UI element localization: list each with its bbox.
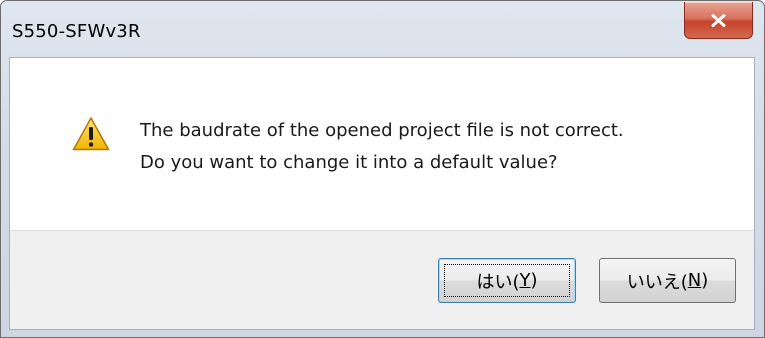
yes-button[interactable]: はい(Y) bbox=[438, 258, 576, 303]
dialog-client-area: The baudrate of the opened project file … bbox=[9, 57, 755, 330]
message-line-2: Do you want to change it into a default … bbox=[140, 152, 558, 173]
close-button[interactable] bbox=[684, 2, 753, 39]
no-button[interactable]: いいえ(N) bbox=[599, 258, 736, 303]
yes-label-prefix: はい( bbox=[476, 271, 520, 293]
message-area: The baudrate of the opened project file … bbox=[10, 58, 754, 230]
close-icon bbox=[711, 14, 726, 27]
no-label-prefix: いいえ( bbox=[626, 271, 688, 293]
message-text: The baudrate of the opened project file … bbox=[140, 115, 624, 179]
button-area: はい(Y) いいえ(N) bbox=[10, 230, 754, 329]
dialog-window: S550-SFWv3R The baudrate of the opened p… bbox=[0, 0, 765, 338]
yes-label-suffix: ) bbox=[530, 270, 538, 291]
window-title: S550-SFWv3R bbox=[12, 21, 141, 42]
no-label-suffix: ) bbox=[701, 270, 709, 291]
no-mnemonic: N bbox=[687, 270, 702, 291]
title-bar[interactable]: S550-SFWv3R bbox=[1, 1, 764, 57]
yes-mnemonic: Y bbox=[519, 270, 531, 291]
message-line-1: The baudrate of the opened project file … bbox=[140, 120, 624, 141]
warning-icon bbox=[72, 117, 110, 151]
